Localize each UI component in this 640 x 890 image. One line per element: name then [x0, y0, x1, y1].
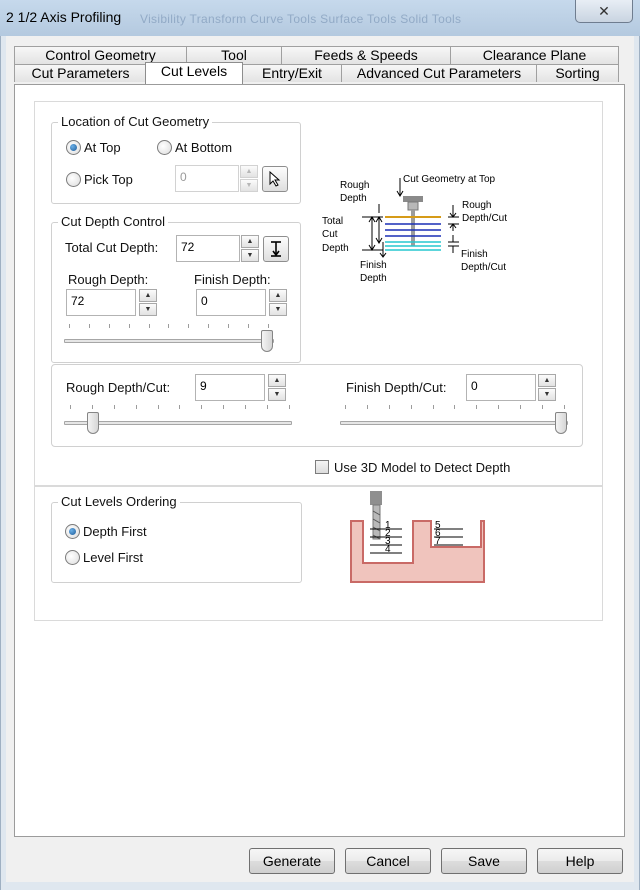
pick-top-spin-up[interactable]: ▲ — [240, 165, 258, 178]
rough-per-cut-slider-thumb[interactable] — [87, 412, 99, 434]
at-bottom-radio[interactable] — [157, 140, 172, 155]
generate-button[interactable]: Generate — [249, 848, 335, 874]
help-button[interactable]: Help — [537, 848, 623, 874]
measure-depth-button[interactable] — [263, 236, 289, 262]
pick-top-spin-down[interactable]: ▼ — [240, 179, 258, 192]
diagram-finish-per-cut-label-2: Depth/Cut — [461, 262, 506, 273]
close-button[interactable]: ✕ — [575, 0, 633, 23]
cut-depth-control-title: Cut Depth Control — [58, 214, 169, 229]
depth-first-radio[interactable] — [65, 524, 80, 539]
total-cut-depth-field[interactable]: 72 — [176, 235, 240, 262]
cut-levels-ordering-group: Cut Levels Ordering — [51, 494, 302, 583]
rough-depth-spin-down[interactable]: ▼ — [139, 303, 157, 316]
cut-depth-diagram: Rough Depth Total Cut Depth Finish Depth… — [322, 174, 507, 284]
total-cut-depth-label: Total Cut Depth: — [65, 240, 159, 255]
cut-order-diagram: 1 2 3 4 5 6 7 — [350, 491, 485, 583]
diagram-total-label-1: Total — [322, 216, 343, 227]
cursor-arrow-icon — [269, 170, 281, 187]
tab-clearance-plane[interactable]: Clearance Plane — [450, 46, 619, 64]
finish-depth-per-cut-spinner[interactable]: ▲ ▼ — [538, 374, 556, 401]
pick-top-label: Pick Top — [84, 172, 133, 187]
use-3d-model-checkbox[interactable] — [315, 460, 329, 474]
depth-measure-icon — [271, 241, 281, 257]
tab-cut-levels[interactable]: Cut Levels — [145, 62, 243, 84]
finish-per-cut-ticks — [345, 405, 565, 410]
total-cut-depth-spinner[interactable]: ▲ ▼ — [241, 235, 259, 262]
diagram-finish-depth-label-1: Finish — [360, 260, 387, 271]
title-bar: 2 1/2 Axis Profiling Visibility Transfor… — [0, 0, 640, 36]
total-depth-spin-down[interactable]: ▼ — [241, 249, 259, 262]
finish-per-cut-spin-up[interactable]: ▲ — [538, 374, 556, 387]
depth-split-ticks — [69, 324, 269, 329]
finish-depth-per-cut-label: Finish Depth/Cut: — [346, 380, 447, 395]
at-top-radio[interactable] — [66, 140, 81, 155]
location-group-title: Location of Cut Geometry — [58, 114, 213, 129]
rough-per-cut-spin-up[interactable]: ▲ — [268, 374, 286, 387]
pick-top-value-field[interactable]: 0 — [175, 165, 239, 192]
depth-split-slider-thumb[interactable] — [261, 330, 273, 352]
order-level-4: 4 — [385, 544, 391, 555]
at-bottom-label: At Bottom — [175, 140, 233, 155]
cut-levels-pane: Location of Cut Geometry At Top At Botto… — [14, 84, 625, 837]
rough-per-cut-spin-down[interactable]: ▼ — [268, 388, 286, 401]
save-button[interactable]: Save — [441, 848, 527, 874]
diagram-finish-per-cut-label-1: Finish — [461, 249, 488, 260]
tab-sorting[interactable]: Sorting — [536, 64, 619, 82]
order-level-7: 7 — [435, 536, 441, 547]
pick-top-radio[interactable] — [66, 172, 81, 187]
finish-per-cut-spin-down[interactable]: ▼ — [538, 388, 556, 401]
rough-depth-per-cut-label: Rough Depth/Cut: — [66, 380, 171, 395]
diagram-total-label-3: Depth — [322, 243, 349, 254]
finish-depth-spin-down[interactable]: ▼ — [269, 303, 287, 316]
background-toolbar-text: Visibility Transform Curve Tools Surface… — [140, 12, 462, 26]
diagram-rough-per-cut-label-1: Rough — [462, 200, 491, 211]
pick-pointer-button[interactable] — [262, 166, 288, 192]
finish-depth-field[interactable]: 0 — [196, 289, 266, 316]
diagram-total-label-2: Cut — [322, 229, 338, 240]
rough-depth-spin-up[interactable]: ▲ — [139, 289, 157, 302]
rough-depth-label: Rough Depth: — [68, 272, 149, 287]
depth-split-slider-track[interactable] — [64, 339, 274, 343]
total-depth-spin-up[interactable]: ▲ — [241, 235, 259, 248]
rough-per-cut-ticks — [70, 405, 290, 410]
window-title: 2 1/2 Axis Profiling — [6, 9, 122, 25]
tab-feeds-speeds[interactable]: Feeds & Speeds — [281, 46, 451, 64]
finish-depth-label: Finish Depth: — [194, 272, 271, 287]
finish-depth-per-cut-field[interactable]: 0 — [466, 374, 536, 401]
use-3d-model-label: Use 3D Model to Detect Depth — [334, 460, 511, 475]
level-first-radio[interactable] — [65, 550, 80, 565]
finish-per-cut-slider-thumb[interactable] — [555, 412, 567, 434]
level-first-label: Level First — [83, 550, 143, 565]
diagram-cut-geometry-label: Cut Geometry at Top — [403, 174, 496, 185]
pick-top-spinner[interactable]: ▲ ▼ — [240, 165, 258, 192]
tab-advanced-cut-parameters[interactable]: Advanced Cut Parameters — [341, 64, 537, 82]
at-top-label: At Top — [84, 140, 121, 155]
tab-cut-parameters[interactable]: Cut Parameters — [14, 64, 147, 82]
finish-depth-spinner[interactable]: ▲ ▼ — [269, 289, 287, 316]
tab-entry-exit[interactable]: Entry/Exit — [242, 64, 342, 82]
diagram-rough-per-cut-label-2: Depth/Cut — [462, 213, 507, 224]
depth-first-label: Depth First — [83, 524, 147, 539]
cancel-button[interactable]: Cancel — [345, 848, 431, 874]
diagram-rough-depth-label-2: Depth — [340, 193, 367, 204]
diagram-finish-depth-label-2: Depth — [360, 273, 387, 284]
diagram-rough-depth-label-1: Rough — [340, 180, 369, 191]
rough-depth-spinner[interactable]: ▲ ▼ — [139, 289, 157, 316]
finish-depth-spin-up[interactable]: ▲ — [269, 289, 287, 302]
rough-depth-per-cut-spinner[interactable]: ▲ ▼ — [268, 374, 286, 401]
cut-levels-ordering-title: Cut Levels Ordering — [58, 494, 180, 509]
finish-per-cut-slider-track[interactable] — [340, 421, 568, 425]
rough-depth-field[interactable]: 72 — [66, 289, 136, 316]
rough-depth-per-cut-field[interactable]: 9 — [195, 374, 265, 401]
